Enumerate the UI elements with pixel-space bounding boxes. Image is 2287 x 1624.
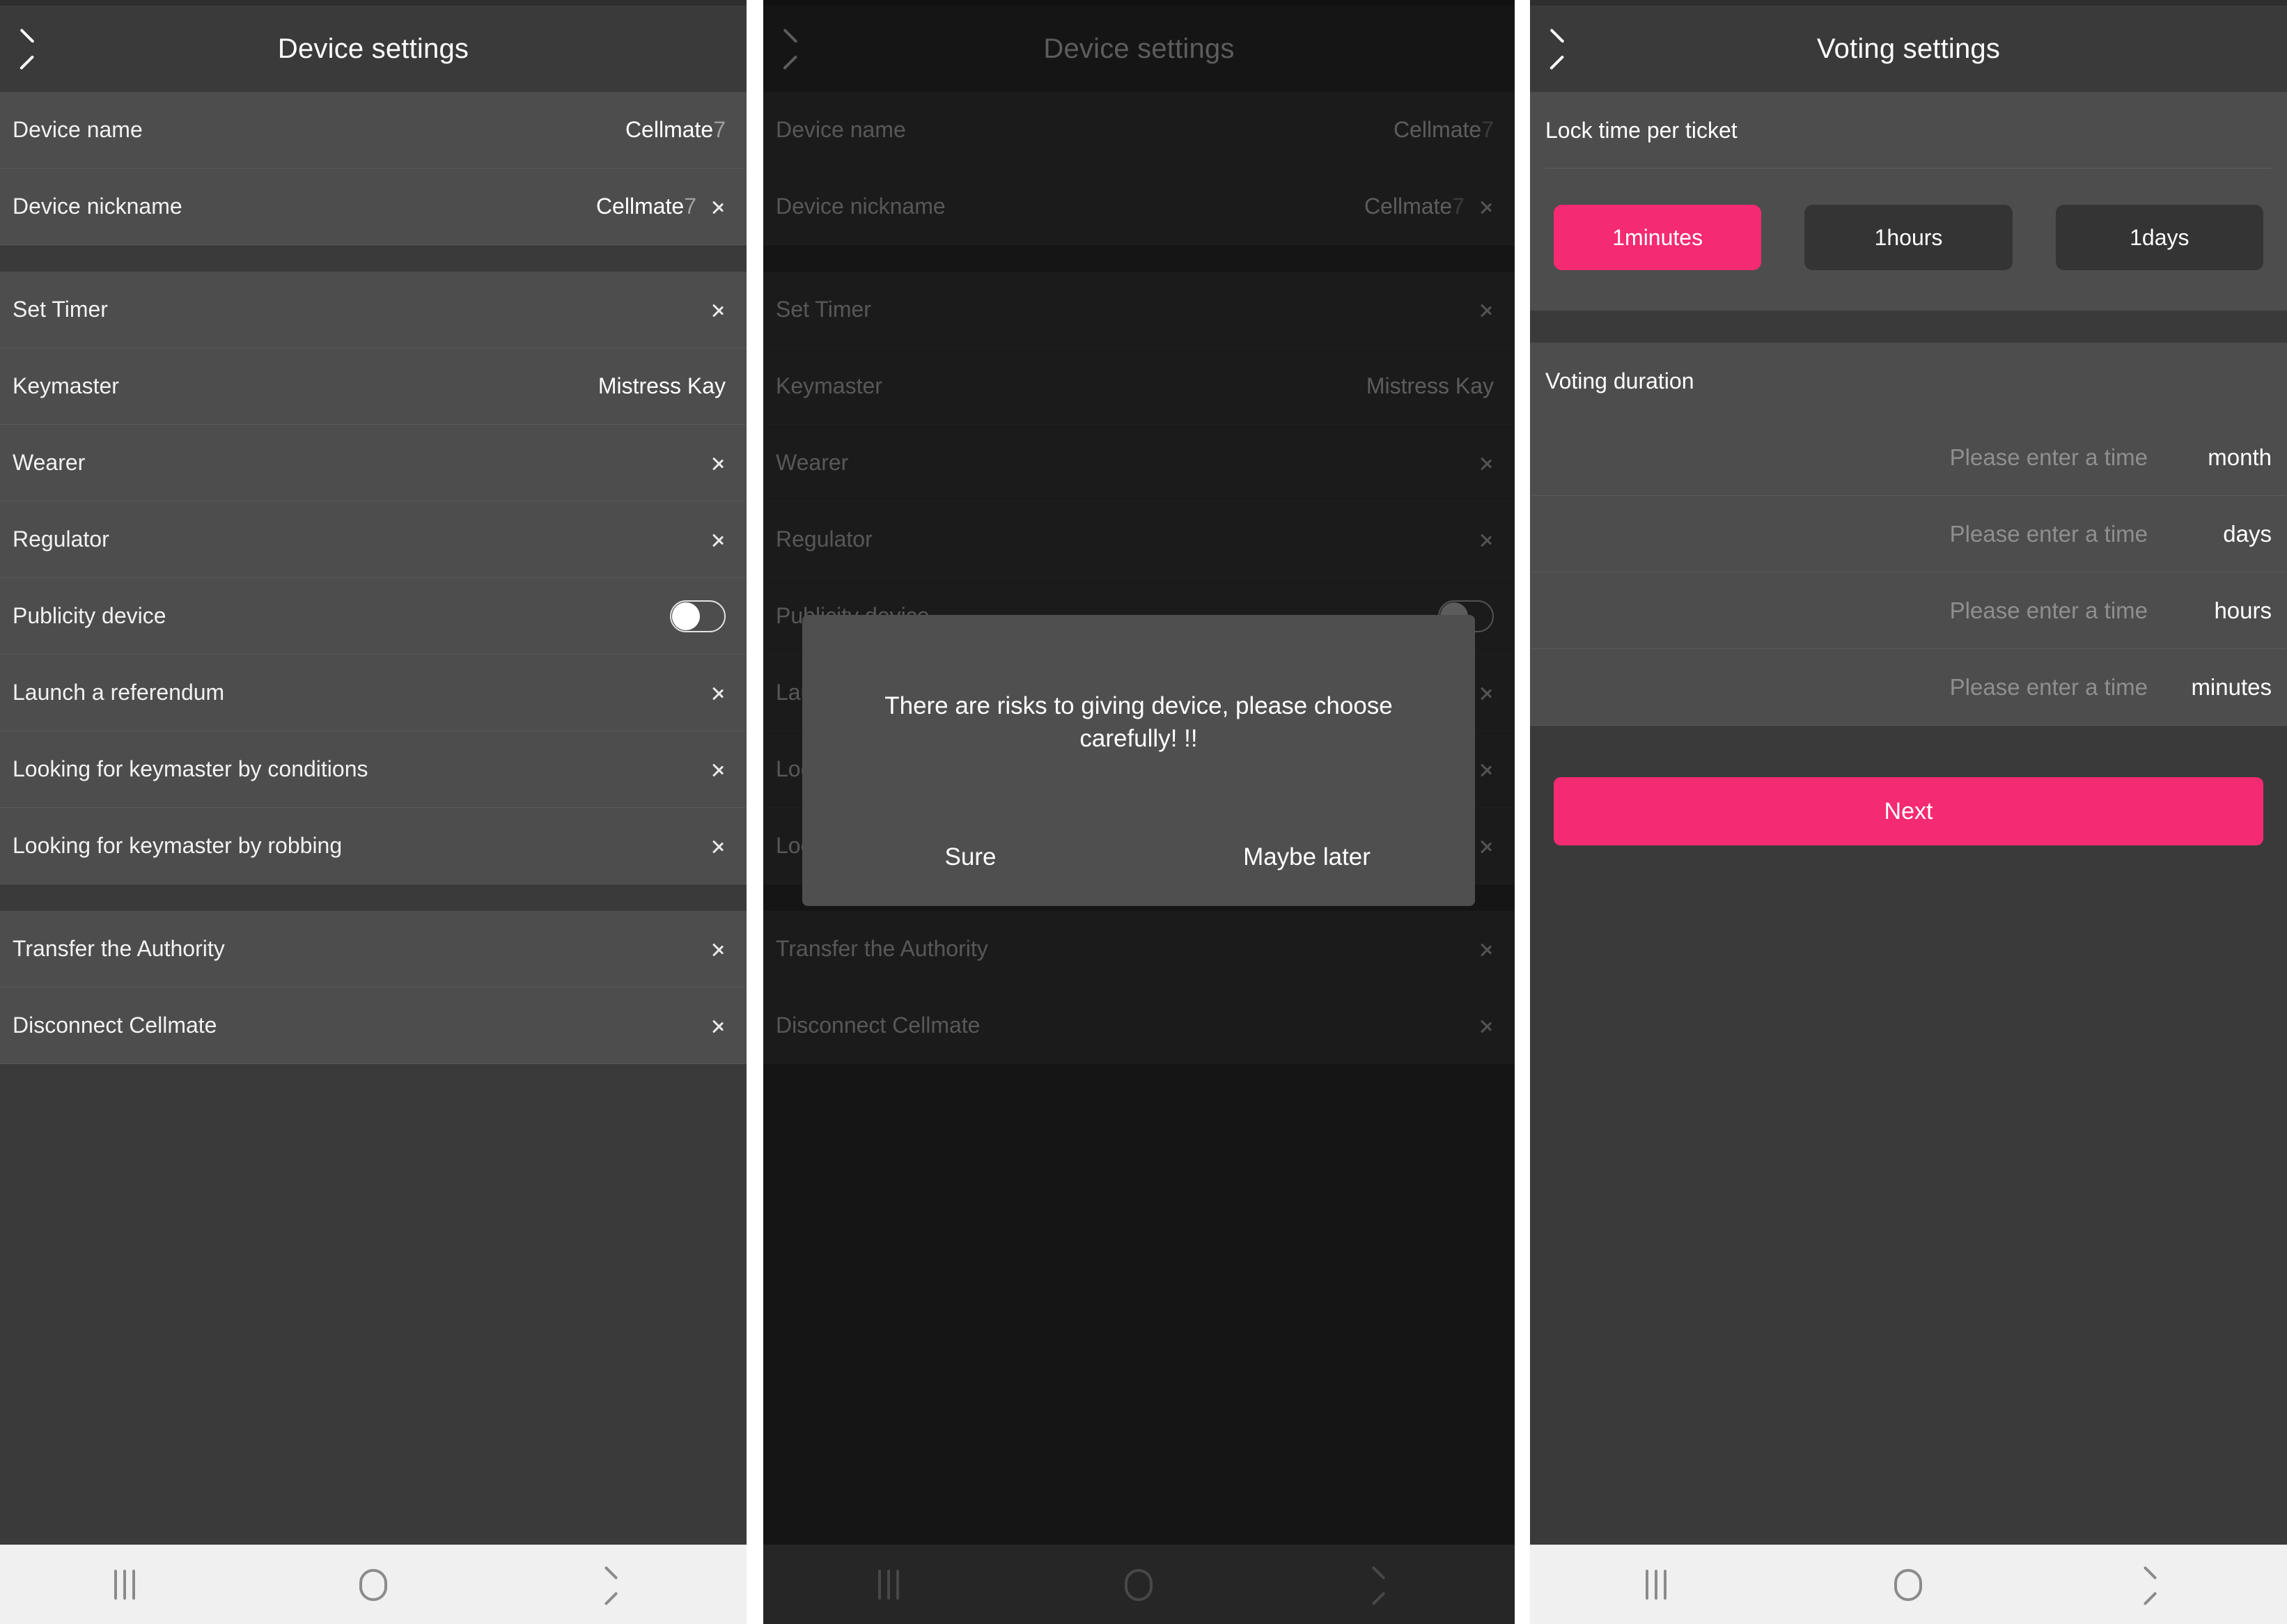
recents-icon xyxy=(114,1570,135,1600)
chevron-right-icon xyxy=(712,528,726,552)
voting-duration-days-row[interactable]: Please enter a time days xyxy=(1530,496,2287,572)
panel-gap xyxy=(747,0,763,1624)
voting-duration-minutes-input[interactable]: Please enter a time xyxy=(1950,674,2148,701)
row-label: Regulator xyxy=(13,526,109,552)
row-label: Disconnect Cellmate xyxy=(13,1013,217,1038)
section-divider xyxy=(0,884,747,911)
row-wearer[interactable]: Wearer xyxy=(0,425,747,501)
row-label: Looking for keymaster by conditions xyxy=(13,756,368,781)
row-label: Launch a referendum xyxy=(13,680,225,705)
home-button[interactable] xyxy=(304,1545,443,1624)
row-label: Set Timer xyxy=(13,297,108,322)
toggle-knob xyxy=(672,602,700,630)
row-disconnect-cellmate[interactable]: Disconnect Cellmate xyxy=(0,987,747,1064)
chevron-right-icon xyxy=(712,451,726,475)
row-device-name[interactable]: Device name Cellmate7 xyxy=(0,92,747,169)
chevron-right-icon xyxy=(712,937,726,961)
app-header: Device settings xyxy=(0,6,747,92)
dialog-message: There are risks to giving device, please… xyxy=(884,692,1393,752)
dialog-dismiss-button[interactable]: Maybe later xyxy=(1139,843,1475,871)
page-title: Voting settings xyxy=(1816,33,2001,64)
chevron-right-icon xyxy=(712,681,726,705)
next-button-container: Next xyxy=(1530,726,2287,845)
row-value: Mistress Kay xyxy=(598,373,726,398)
chevron-right-icon xyxy=(712,834,726,858)
settings-list: Device name Cellmate7 Device nickname Ce… xyxy=(0,92,747,1545)
row-label: Wearer xyxy=(13,450,86,475)
row-label: Keymaster xyxy=(13,373,119,398)
page-title: Device settings xyxy=(277,33,469,64)
screen-device-settings: Device settings Device name Cellmate7 De… xyxy=(0,0,747,1624)
lock-time-section-label: Lock time per ticket xyxy=(1530,92,2287,169)
system-back-button[interactable] xyxy=(552,1545,692,1624)
row-label: Device nickname xyxy=(13,194,182,219)
row-launch-referendum[interactable]: Launch a referendum xyxy=(0,655,747,731)
chevron-right-icon xyxy=(712,758,726,781)
row-publicity-device[interactable]: Publicity device xyxy=(0,578,747,655)
unit-label-days: days xyxy=(2223,520,2272,547)
row-set-timer[interactable]: Set Timer xyxy=(0,272,747,348)
system-back-button[interactable] xyxy=(2091,1545,2231,1624)
row-label: Looking for keymaster by robbing xyxy=(13,833,343,858)
voting-duration-minutes-row[interactable]: Please enter a time minutes xyxy=(1530,649,2287,726)
recents-button[interactable] xyxy=(55,1545,194,1624)
back-button[interactable] xyxy=(0,6,77,92)
risk-warning-dialog: There are risks to giving device, please… xyxy=(802,615,1475,906)
system-navigation-bar xyxy=(0,1545,747,1624)
recents-icon xyxy=(1646,1570,1667,1600)
home-button[interactable] xyxy=(1839,1545,1978,1624)
unit-label-month: month xyxy=(2208,444,2272,470)
unit-label-hours: hours xyxy=(2214,597,2272,623)
voting-duration-hours-input[interactable]: Please enter a time xyxy=(1950,598,2148,624)
chevron-left-icon xyxy=(29,33,47,65)
chevron-left-icon xyxy=(1559,33,1577,65)
voting-duration-month-row[interactable]: Please enter a time month xyxy=(1530,419,2287,496)
back-icon xyxy=(614,1570,630,1600)
row-label: Publicity device xyxy=(13,603,166,628)
section-divider xyxy=(1530,311,2287,343)
section-divider xyxy=(0,245,747,272)
voting-duration-month-input[interactable]: Please enter a time xyxy=(1950,444,2148,471)
system-navigation-bar xyxy=(1530,1545,2287,1624)
lock-time-options: 1minutes 1hours 1days xyxy=(1530,169,2287,311)
row-label: Transfer the Authority xyxy=(13,936,225,961)
chevron-right-icon xyxy=(712,1014,726,1038)
lock-time-option-minutes[interactable]: 1minutes xyxy=(1554,205,1762,270)
home-icon xyxy=(1894,1568,1923,1601)
app-header: Voting settings xyxy=(1530,6,2287,92)
dialog-actions: Sure Maybe later xyxy=(802,809,1475,906)
voting-settings-body: Lock time per ticket 1minutes 1hours 1da… xyxy=(1530,92,2287,1545)
screen-voting-settings: Voting settings Lock time per ticket 1mi… xyxy=(1530,0,2287,1624)
row-keymaster[interactable]: Keymaster Mistress Kay xyxy=(0,348,747,425)
voting-duration-days-input[interactable]: Please enter a time xyxy=(1950,521,2148,547)
status-strip xyxy=(1530,0,2287,6)
lock-time-option-hours[interactable]: 1hours xyxy=(1804,205,2013,270)
unit-label-minutes: minutes xyxy=(2191,673,2272,700)
row-keymaster-by-robbing[interactable]: Looking for keymaster by robbing xyxy=(0,808,747,884)
publicity-device-toggle[interactable] xyxy=(670,600,726,632)
panel-gap xyxy=(1515,0,1530,1624)
row-device-nickname[interactable]: Device nickname Cellmate7 xyxy=(0,169,747,245)
row-keymaster-by-conditions[interactable]: Looking for keymaster by conditions xyxy=(0,731,747,808)
back-icon xyxy=(2153,1570,2169,1600)
row-label: Device name xyxy=(13,117,143,142)
row-value: Cellmate7 xyxy=(625,117,726,142)
next-button[interactable]: Next xyxy=(1554,777,2263,845)
lock-time-option-days[interactable]: 1days xyxy=(2055,205,2263,270)
voting-duration-hours-row[interactable]: Please enter a time hours xyxy=(1530,572,2287,649)
row-value: Cellmate7 xyxy=(595,194,696,219)
row-transfer-authority[interactable]: Transfer the Authority xyxy=(0,911,747,987)
dialog-confirm-button[interactable]: Sure xyxy=(802,843,1139,871)
screen-device-settings-dialog: Device settings Device name Cellmate7 De… xyxy=(763,0,1515,1624)
chevron-right-icon xyxy=(712,195,726,219)
screenshot-root: Device settings Device name Cellmate7 De… xyxy=(0,0,2287,1624)
voting-duration-section-label: Voting duration xyxy=(1530,343,2287,419)
recents-button[interactable] xyxy=(1586,1545,1726,1624)
row-regulator[interactable]: Regulator xyxy=(0,501,747,578)
back-button[interactable] xyxy=(1530,6,1607,92)
status-strip xyxy=(0,0,747,6)
chevron-right-icon xyxy=(712,298,726,322)
home-icon xyxy=(359,1568,387,1601)
